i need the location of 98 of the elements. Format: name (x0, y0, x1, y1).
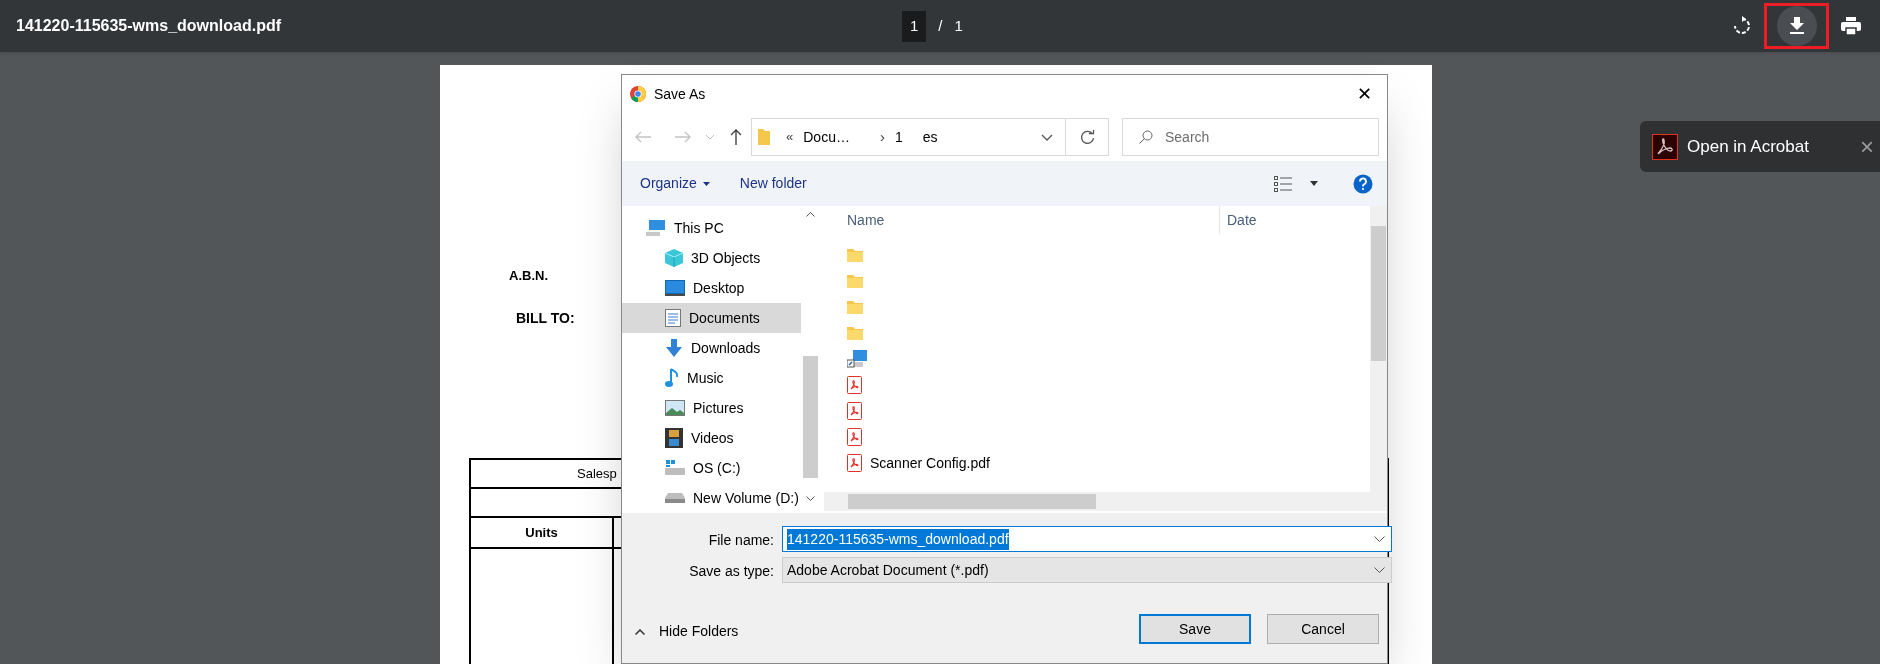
caret-icon (702, 181, 710, 186)
download-arrow-icon (665, 339, 683, 357)
nav-item[interactable]: Desktop (622, 273, 801, 303)
column-header[interactable]: Name (847, 209, 885, 231)
caret-icon[interactable] (1310, 181, 1318, 186)
nav-item[interactable]: Music (622, 363, 801, 393)
dialog-button[interactable]: Save (1139, 614, 1251, 644)
acrobat-icon (1652, 133, 1678, 160)
scrollbar-thumb[interactable] (1371, 226, 1386, 361)
breadcrumb-item[interactable]: 1 (894, 126, 903, 148)
picture-icon (665, 400, 685, 416)
close-button[interactable]: × (1860, 134, 1874, 159)
toolbar-button[interactable] (1776, 6, 1817, 46)
up-arrow-icon[interactable] (730, 129, 742, 145)
nav-item[interactable]: OS (C:) (622, 453, 801, 483)
browser-logo-icon (630, 86, 646, 102)
search-icon (1139, 130, 1153, 144)
bill-to-label: BILL TO: (516, 309, 575, 328)
nav-item[interactable]: Pictures (622, 393, 801, 423)
nav-item-label: This PC (674, 218, 724, 238)
help-icon[interactable] (1353, 173, 1373, 194)
hide-folders-button[interactable]: Hide Folders (635, 621, 739, 642)
desktop-icon (665, 280, 685, 296)
folder-icon (847, 274, 863, 288)
search-input[interactable]: Search (1165, 126, 1365, 148)
view-options-icon[interactable] (1274, 175, 1292, 192)
units-header: Units (525, 523, 558, 542)
nav-item-label: Downloads (691, 338, 761, 358)
nav-item-label: OS (C:) (693, 458, 741, 478)
folder-icon (847, 248, 863, 262)
nav-item-label: Desktop (693, 278, 745, 298)
save-as-type-label: Save as type: (689, 562, 774, 581)
search-field[interactable]: Search (1122, 118, 1379, 156)
nav-item-label: Pictures (693, 398, 744, 418)
refresh-icon[interactable] (1079, 129, 1095, 145)
nav-item[interactable]: 3D Objects (622, 243, 801, 273)
horizontal-scrollbar[interactable] (824, 492, 1387, 511)
page-number-field[interactable]: 1 (902, 11, 927, 42)
computer-icon (646, 219, 666, 237)
nav-item[interactable]: This PC (622, 213, 801, 243)
save-as-type-dropdown[interactable]: Adobe Acrobat Document (*.pdf) (782, 557, 1392, 583)
music-note-icon (665, 368, 679, 388)
address-bar[interactable]: « Docu… › 1 es (751, 118, 1109, 156)
chevron-down-icon[interactable] (1041, 133, 1053, 141)
document-icon (665, 309, 681, 327)
abn-label: A.B.N. (509, 267, 548, 285)
nav-item[interactable]: Downloads (622, 333, 801, 363)
table-title: Salesp (577, 464, 617, 483)
scroll-up-icon (806, 212, 815, 217)
folder-icon (847, 326, 863, 340)
folder-icon (758, 129, 770, 145)
chevron-down-icon (1374, 567, 1385, 573)
open-in-acrobat-label[interactable]: Open in Acrobat (1687, 133, 1809, 160)
nav-item[interactable]: New Volume (D:) (622, 483, 801, 513)
page-total: 1 (954, 16, 963, 36)
breadcrumb-item[interactable]: es (922, 126, 938, 148)
folder-icon (847, 300, 863, 314)
rotate-icon (1733, 16, 1751, 36)
close-button[interactable]: ✕ (1341, 75, 1387, 113)
cube-icon (665, 249, 683, 267)
scrollbar[interactable] (1370, 206, 1387, 494)
drive-icon (665, 493, 685, 503)
nav-item-label: New Volume (D:) (693, 488, 799, 508)
chevron-down-icon[interactable] (1374, 536, 1385, 542)
chevron-up-icon (635, 628, 645, 635)
nav-item-label: Videos (691, 428, 734, 448)
file-name-label: File name: (708, 531, 774, 550)
nav-item-label: 3D Objects (691, 248, 761, 268)
breadcrumb-overflow[interactable]: « (786, 127, 794, 147)
download-icon (1788, 17, 1805, 35)
nav-item[interactable]: Documents (622, 303, 801, 333)
pdf-file-icon (847, 428, 862, 446)
scroll-down-icon (806, 496, 815, 501)
file-title: 141220-115635-wms_download.pdf (16, 16, 281, 36)
column-header[interactable]: Date (1227, 209, 1257, 231)
pdf-file-icon (847, 376, 862, 394)
shortcut-icon (847, 350, 867, 368)
film-icon (665, 428, 683, 448)
nav-item[interactable]: Videos (622, 423, 801, 453)
dialog-title: Save As (654, 84, 706, 104)
page-separator: / (938, 16, 943, 36)
scrollbar-thumb[interactable] (848, 494, 1096, 509)
breadcrumb-separator[interactable]: › (879, 125, 885, 149)
file-name-value: 141220-115635-wms_download.pdf (787, 528, 1009, 550)
nav-item-label: Documents (689, 308, 760, 328)
organize-button[interactable]: Organize (640, 173, 710, 194)
print-icon (1841, 17, 1861, 35)
drive-icon (665, 460, 685, 476)
new-folder-button[interactable]: New folder (739, 173, 807, 194)
dialog-button[interactable]: Cancel (1267, 614, 1379, 644)
nav-item-label: Music (687, 368, 724, 388)
breadcrumb-item[interactable]: Docu… (803, 126, 850, 148)
scrollbar-thumb[interactable] (803, 356, 818, 478)
pdf-file-icon (847, 402, 862, 420)
file-name[interactable]: Scanner Config.pdf (870, 452, 990, 474)
file-name-field[interactable]: 141220-115635-wms_download.pdf (782, 526, 1392, 552)
save-as-type-value: Adobe Acrobat Document (*.pdf) (787, 560, 989, 580)
pdf-file-icon (847, 454, 862, 472)
